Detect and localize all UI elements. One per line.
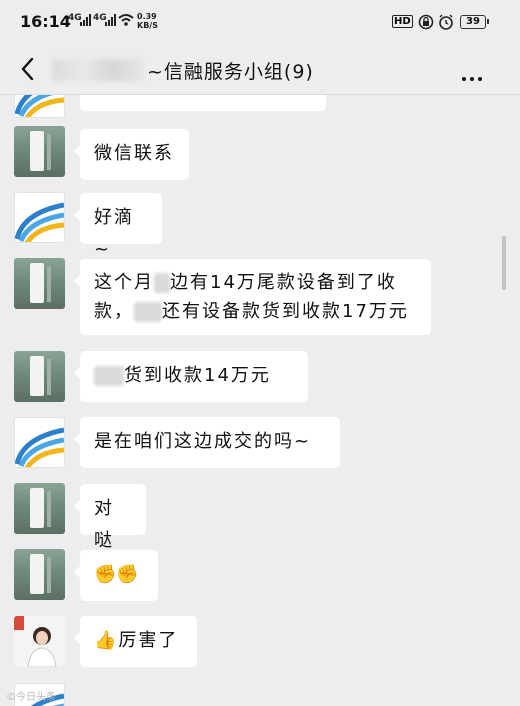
blurred-text	[134, 302, 162, 322]
message-bubble[interactable]: 货到收款14万元	[74, 351, 308, 402]
message-bubble[interactable]: 是在咱们这边成交的吗~	[74, 417, 340, 468]
avatar-person[interactable]	[14, 616, 65, 667]
avatar-logo[interactable]	[14, 95, 65, 118]
message-bubble[interactable]: 好滴~	[74, 193, 162, 260]
signal-bars-icon-2	[105, 14, 116, 26]
avatar-machine[interactable]	[14, 258, 65, 309]
more-options-icon[interactable]	[462, 66, 486, 85]
avatar-machine[interactable]	[14, 483, 65, 534]
blurred-text	[94, 366, 124, 386]
scrollbar[interactable]	[502, 236, 506, 290]
message-bubble[interactable]: ✊✊	[74, 550, 158, 601]
avatar-logo[interactable]	[14, 192, 65, 243]
blurred-group-name	[52, 59, 144, 81]
battery-indicator: 39	[460, 15, 489, 29]
blurred-text	[154, 273, 170, 293]
signal-bars-icon	[80, 14, 91, 26]
wifi-icon	[118, 14, 134, 26]
chat-header: ~信融服务小组(9)	[0, 44, 520, 95]
message-bubble[interactable]	[80, 95, 326, 111]
alarm-icon	[439, 14, 453, 30]
avatar-machine[interactable]	[14, 351, 65, 402]
watermark: ©今日头条	[6, 692, 56, 703]
status-bar: 16:14 4G 4G 0.39 KB/S HD 39	[0, 0, 520, 44]
clock-time: 16:14	[20, 12, 71, 31]
avatar-machine[interactable]	[14, 549, 65, 600]
avatar-machine[interactable]	[14, 126, 65, 177]
message-list[interactable]: 微信联系 好滴~ 这个月 边有14万尾款设备到了收 款， 还有设备款货到收款17万元…	[0, 95, 520, 706]
avatar-logo[interactable]	[14, 417, 65, 468]
message-bubble[interactable]: 这个月 边有14万尾款设备到了收 款， 还有设备款货到收款17万元	[74, 259, 431, 335]
lock-rotation-icon	[418, 14, 434, 30]
network-speed: 0.39 KB/S	[137, 12, 158, 30]
hd-icon: HD	[392, 15, 413, 28]
back-arrow-icon[interactable]	[14, 54, 44, 84]
message-bubble[interactable]: 微信联系	[74, 129, 189, 180]
page-title: ~信融服务小组(9)	[147, 61, 314, 83]
message-bubble[interactable]: 👍厉害了	[74, 616, 197, 667]
message-bubble[interactable]: 对哒	[74, 484, 146, 551]
